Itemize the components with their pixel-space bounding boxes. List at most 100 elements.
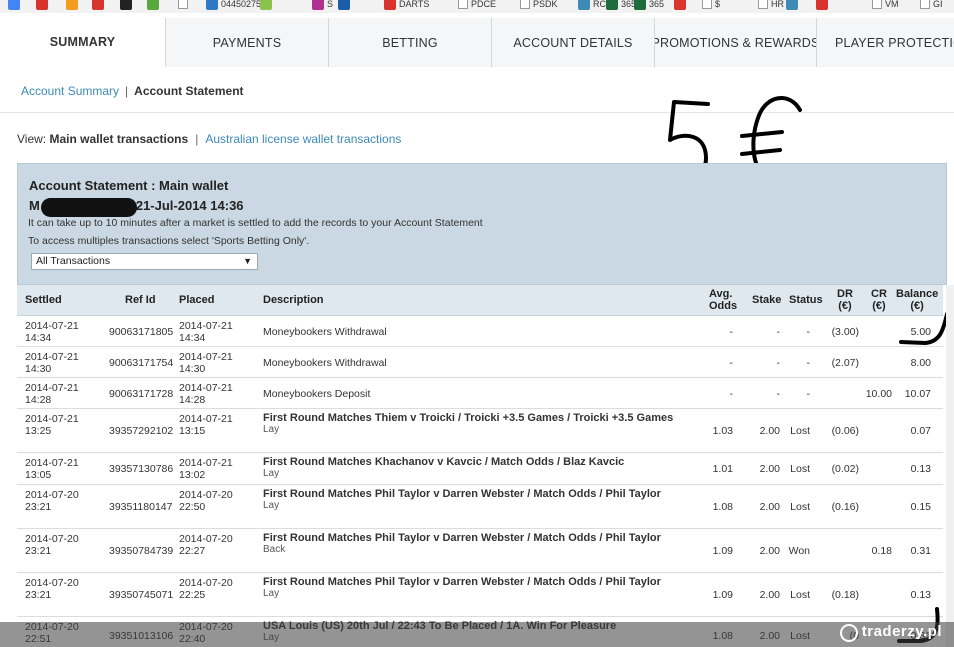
- ref-id-cell-line: 90063171805: [109, 326, 174, 338]
- bookmark-item[interactable]: [260, 0, 275, 11]
- australian-wallet-link[interactable]: Australian license wallet transactions: [205, 132, 401, 146]
- table-row[interactable]: 2014-07-20 23:21 39350784739 2014-07-20 22:2…: [17, 529, 943, 573]
- bookmark-label: 04450275: [221, 0, 262, 9]
- description-cell[interactable]: First Round Matches Phil Taylor v Darren…: [263, 532, 683, 556]
- bookmark-label: PDCE: [471, 0, 497, 9]
- bookmark-item[interactable]: [92, 0, 107, 11]
- table-row[interactable]: 2014-07-20 23:21 39351180147 2014-07-20 22:5…: [17, 485, 943, 529]
- description-cell: Moneybookers Withdrawal: [263, 357, 683, 369]
- settled-cell-line: 23:21: [25, 501, 52, 513]
- dr-cell: (0.02): [831, 463, 859, 475]
- placed-cell: 2014-07-20 22:50: [179, 489, 233, 513]
- col-status[interactable]: Status: [789, 294, 823, 306]
- tab-account-details[interactable]: ACCOUNT DETAILS: [492, 18, 655, 67]
- breadcrumb-account-summary-link[interactable]: Account Summary: [21, 84, 119, 98]
- description-cell[interactable]: First Round Matches Thiem v Troicki / Tr…: [263, 412, 683, 436]
- bookmark-icon: [872, 0, 882, 9]
- transaction-type-select[interactable]: All Transactions ▼: [31, 253, 258, 270]
- bookmark-item[interactable]: VM: [872, 0, 899, 11]
- bet-side: Lay: [263, 588, 280, 599]
- table-row[interactable]: 2014-07-21 14:28 90063171728 2014-07-21 14:2…: [17, 378, 943, 409]
- settled-cell-line: 13:25: [25, 425, 52, 437]
- bookmark-item[interactable]: DARTS: [384, 0, 429, 11]
- wallet-view-selector: View: Main wallet transactions | Australia…: [17, 132, 401, 146]
- bookmark-item[interactable]: [66, 0, 81, 11]
- description-cell[interactable]: First Round Matches Phil Taylor v Darren…: [263, 488, 683, 512]
- bookmark-item[interactable]: [36, 0, 51, 11]
- placed-cell: 2014-07-20 22:25: [179, 577, 233, 601]
- description-cell[interactable]: First Round Matches Khachanov v Kavcic /…: [263, 456, 683, 480]
- bookmark-item[interactable]: [120, 0, 135, 11]
- description-text: Moneybookers Withdrawal: [263, 326, 387, 338]
- bookmark-icon: [634, 0, 646, 10]
- col-avg-odds[interactable]: Avg. Odds: [709, 288, 737, 312]
- watermark-strip: [0, 622, 954, 647]
- statement-title: Account Statement : Main wallet: [29, 178, 229, 193]
- col-description[interactable]: Description: [263, 294, 324, 306]
- tab-player-protectio[interactable]: PLAYER PROTECTIO: [817, 18, 954, 67]
- description-cell[interactable]: First Round Matches Phil Taylor v Darren…: [263, 576, 683, 600]
- tab-betting[interactable]: BETTING: [329, 18, 492, 67]
- bookmark-item[interactable]: 04450275: [206, 0, 261, 11]
- page-scrollbar[interactable]: [946, 285, 954, 647]
- col-stake[interactable]: Stake: [752, 294, 781, 306]
- col-balance-l1: Balance: [896, 288, 939, 300]
- bookmark-item[interactable]: RC: [578, 0, 606, 11]
- table-header: Settled Ref Id Placed Description Avg. Od…: [17, 285, 943, 316]
- settled-cell: 2014-07-21 14:34: [25, 320, 79, 344]
- ref-id-cell-line: 39357292102: [109, 425, 174, 437]
- tab-payments[interactable]: PAYMENTS: [166, 18, 329, 67]
- col-cr[interactable]: CR (€): [871, 288, 887, 312]
- col-ref-id[interactable]: Ref Id: [125, 294, 156, 306]
- tab-promotions-rewards[interactable]: PROMOTIONS & REWARDS: [655, 18, 817, 67]
- bookmark-item[interactable]: PSDK: [520, 0, 558, 11]
- bookmark-item[interactable]: [147, 0, 162, 11]
- tab-summary[interactable]: SUMMARY: [0, 18, 166, 67]
- table-row[interactable]: 2014-07-20 23:21 39350745071 2014-07-20 22:2…: [17, 573, 943, 617]
- settled-cell: 2014-07-20 23:21: [25, 577, 79, 601]
- bookmark-item[interactable]: [816, 0, 831, 11]
- ref-id-cell-line: 90063171728: [109, 388, 174, 400]
- ref-id-cell: 39350784739: [109, 545, 173, 557]
- settled-cell-line: 23:21: [25, 545, 52, 557]
- bookmark-icon: [147, 0, 159, 10]
- bookmark-item[interactable]: 365: [606, 0, 636, 11]
- col-balance[interactable]: Balance (€): [896, 288, 938, 312]
- view-separator: |: [195, 132, 199, 146]
- bookmark-item[interactable]: 365: [634, 0, 664, 11]
- bookmark-item[interactable]: [674, 0, 689, 11]
- description-text: Moneybookers Deposit: [263, 388, 371, 400]
- col-settled[interactable]: Settled: [25, 294, 62, 306]
- table-row[interactable]: 2014-07-21 13:05 39357130786 2014-07-21 13:0…: [17, 453, 943, 485]
- description-text: First Round Matches Khachanov v Kavcic /…: [263, 456, 625, 468]
- view-prefix: View:: [17, 132, 47, 146]
- balance-cell: 0.07: [910, 425, 931, 437]
- table-row[interactable]: 2014-07-21 14:34 90063171805 2014-07-21 14:3…: [17, 316, 943, 347]
- col-dr[interactable]: DR (€): [837, 288, 853, 312]
- bookmark-icon: [816, 0, 828, 10]
- col-placed[interactable]: Placed: [179, 294, 214, 306]
- bookmark-item[interactable]: $: [702, 0, 720, 11]
- bookmark-item[interactable]: PDCE: [458, 0, 496, 11]
- bookmark-item[interactable]: HR: [758, 0, 784, 11]
- placed-cell: 2014-07-20 22:27: [179, 533, 233, 557]
- bookmark-item[interactable]: [8, 0, 23, 11]
- bookmark-icon: [578, 0, 590, 10]
- bookmarks-bar: 04450275 S DARTS PDCE PSDK RC 365 365 $ HR VM GI: [0, 0, 954, 13]
- table-row[interactable]: 2014-07-21 13:25 39357292102 2014-07-21 13:1…: [17, 409, 943, 453]
- dr-cell: (0.16): [831, 501, 859, 513]
- bookmark-label: RC: [593, 0, 606, 9]
- description-text: First Round Matches Phil Taylor v Darren…: [263, 576, 661, 588]
- balance-cell: 8.00: [910, 357, 931, 369]
- bookmark-label: VM: [885, 0, 899, 9]
- settled-cell-line: 14:30: [25, 363, 52, 375]
- statement-note: It can take up to 10 minutes after a mar…: [28, 217, 483, 229]
- bookmark-item[interactable]: GI: [920, 0, 943, 11]
- bookmark-item[interactable]: S: [312, 0, 333, 11]
- table-row[interactable]: 2014-07-21 14:30 90063171754 2014-07-21 14:3…: [17, 347, 943, 378]
- bookmark-item[interactable]: [338, 0, 353, 11]
- bet-side: Lay: [263, 424, 280, 435]
- col-dr-l2: (€): [838, 300, 852, 312]
- bookmark-item[interactable]: [786, 0, 801, 11]
- bookmark-item[interactable]: [178, 0, 191, 11]
